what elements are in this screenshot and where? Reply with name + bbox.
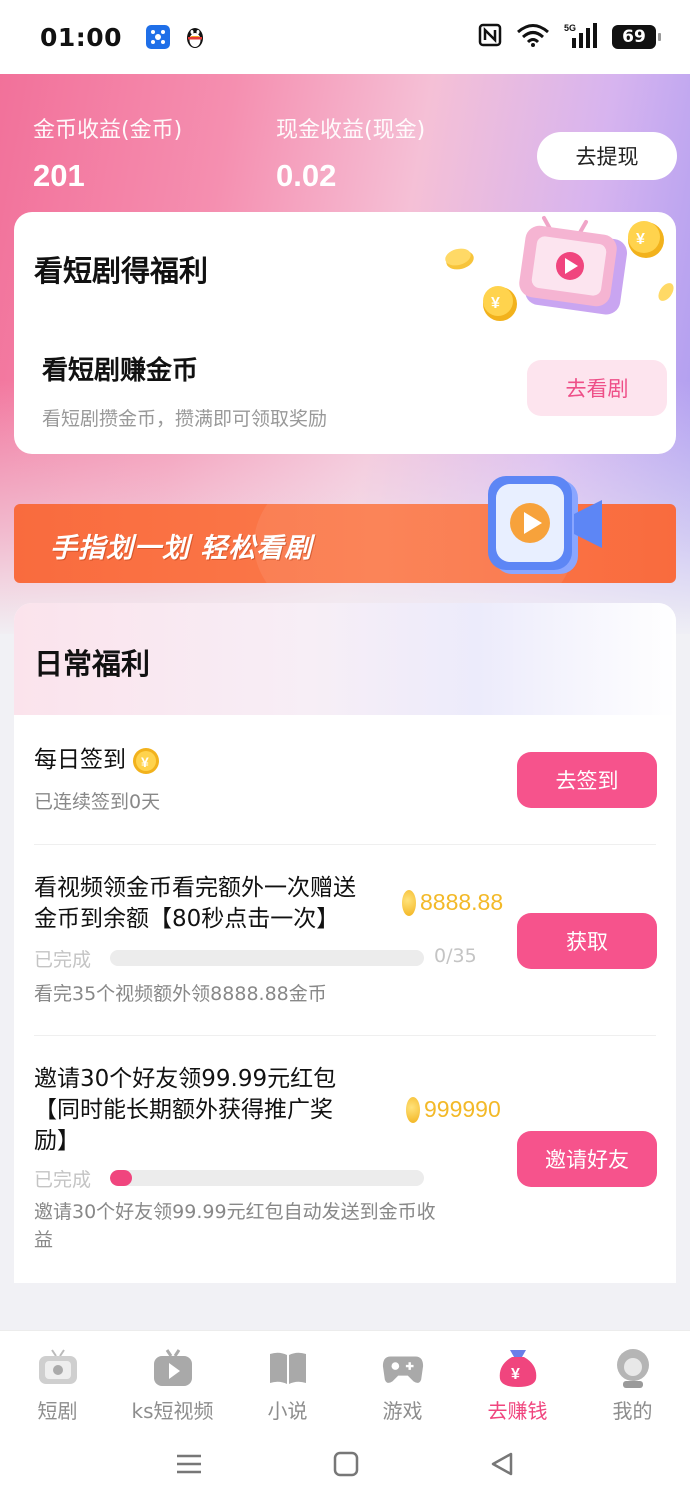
- svg-text:¥: ¥: [491, 295, 500, 312]
- coin-icon: ¥: [133, 747, 159, 774]
- nav-label: 我的: [612, 1399, 653, 1423]
- get-reward-button[interactable]: 获取: [517, 913, 657, 969]
- divider: [34, 844, 656, 845]
- task-progress-bar: [110, 950, 424, 966]
- profile-icon: [611, 1347, 655, 1389]
- menu-icon[interactable]: [175, 1452, 203, 1480]
- qq-penguin-icon: [184, 25, 206, 49]
- signal-icon: 5G: [564, 22, 598, 52]
- task-subtitle-line2: 益: [34, 1229, 54, 1251]
- nav-label: 去赚钱: [487, 1399, 548, 1423]
- network-type: 5G: [564, 23, 576, 33]
- task-done-label: 已完成: [34, 1169, 92, 1191]
- check-in-button[interactable]: 去签到: [517, 752, 657, 808]
- drama-card-subtitle: 看短剧赚金币: [42, 356, 199, 386]
- nav-label: 短剧: [37, 1399, 78, 1423]
- task-subtitle: 看完35个视频额外领8888.88金币: [34, 983, 327, 1005]
- task-progress-count: 0/35: [434, 945, 477, 967]
- battery-indicator: 69: [612, 25, 661, 49]
- drama-card: 看短剧得福利 看短剧赚金币 看短剧攒金币，攒满即可领取奖励 去看剧 ¥ ¥: [14, 212, 676, 454]
- drama-card-description: 看短剧攒金币，攒满即可领取奖励: [42, 408, 328, 430]
- daily-benefits-title: 日常福利: [34, 647, 151, 681]
- cash-earnings: 现金收益(现金) 0.02: [276, 112, 425, 194]
- video-play-icon: [151, 1347, 195, 1389]
- withdraw-button[interactable]: 去提现: [537, 132, 677, 180]
- nav-item-earn-money[interactable]: ¥ 去赚钱: [460, 1331, 575, 1432]
- task-reward: 8888.88: [402, 889, 503, 916]
- home-icon[interactable]: [333, 1451, 359, 1481]
- coin-earnings: 金币收益(金币) 201: [33, 112, 182, 194]
- gamepad-icon: [381, 1347, 425, 1389]
- coin-earnings-label: 金币收益(金币): [33, 118, 183, 143]
- task-progress-fill: [110, 1170, 132, 1186]
- task-title-line2: 【同时能长期额外获得推广奖: [34, 1097, 333, 1123]
- cash-earnings-value: 0.02: [276, 158, 337, 193]
- status-time: 01:00: [40, 22, 123, 52]
- watch-drama-button[interactable]: 去看剧: [527, 360, 667, 416]
- task-subtitle: 已连续签到0天: [34, 791, 161, 813]
- daily-benefits-section: 日常福利 每日签到 ¥ 已连续签到0天 去签到 看视频领金币看完额外一次赠送 金…: [14, 603, 676, 1283]
- task-title-line2: 金币到余额【80秒点击一次】: [34, 906, 340, 932]
- invite-friends-button[interactable]: 邀请好友: [517, 1131, 657, 1187]
- nfc-icon: [478, 23, 502, 51]
- nav-label: 游戏: [382, 1399, 423, 1423]
- nav-item-profile[interactable]: 我的: [575, 1331, 690, 1432]
- coin-earnings-value: 201: [33, 158, 85, 193]
- system-navigation-bar: [0, 1432, 690, 1500]
- daily-benefits-header: 日常福利: [14, 603, 676, 715]
- task-reward-value: 8888.88: [420, 889, 504, 915]
- money-bag-icon: ¥: [496, 1347, 540, 1389]
- nav-item-novel[interactable]: 小说: [230, 1331, 345, 1432]
- bottom-nav: 短剧 ks短视频 小说 游戏 ¥ 去赚钱 我的: [0, 1330, 690, 1432]
- nav-label: ks短视频: [131, 1399, 214, 1423]
- divider: [34, 1035, 656, 1036]
- cash-earnings-label: 现金收益(现金): [276, 118, 426, 143]
- coin-icon: [402, 889, 416, 916]
- task-title-line3: 励】: [34, 1128, 80, 1154]
- back-icon[interactable]: [489, 1451, 515, 1481]
- task-done-label: 已完成: [34, 949, 92, 971]
- wifi-icon: [516, 23, 550, 51]
- tv-icon: [36, 1347, 80, 1389]
- status-bar: 01:00 5G 69: [0, 0, 690, 74]
- nav-item-ks-video[interactable]: ks短视频: [115, 1331, 230, 1432]
- nav-label: 小说: [267, 1399, 308, 1423]
- coin-icon: [406, 1096, 420, 1123]
- nav-item-games[interactable]: 游戏: [345, 1331, 460, 1432]
- nav-item-drama[interactable]: 短剧: [0, 1331, 115, 1432]
- task-title-line1: 邀请30个好友领99.99元红包: [34, 1066, 337, 1092]
- task-title-line1: 看视频领金币看完额外一次赠送: [34, 875, 356, 901]
- task-reward: 999990: [406, 1096, 501, 1123]
- banner-text: 手指划一划 轻松看剧: [50, 533, 313, 564]
- svg-text:¥: ¥: [141, 754, 149, 770]
- svg-text:¥: ¥: [511, 1366, 520, 1383]
- task-progress-bar: [110, 1170, 424, 1186]
- svg-text:¥: ¥: [636, 231, 645, 248]
- drama-card-title: 看短剧得福利: [34, 254, 209, 288]
- task-title: 每日签到: [34, 747, 126, 773]
- task-reward-value: 999990: [424, 1096, 501, 1122]
- tv-coins-illustration: ¥ ¥: [445, 216, 674, 321]
- task-subtitle-line1: 邀请30个好友领99.99元红包自动发送到金币收: [34, 1201, 436, 1223]
- app-notification-icon: [146, 25, 171, 49]
- book-icon: [266, 1347, 310, 1389]
- video-camera-icon: [488, 476, 602, 574]
